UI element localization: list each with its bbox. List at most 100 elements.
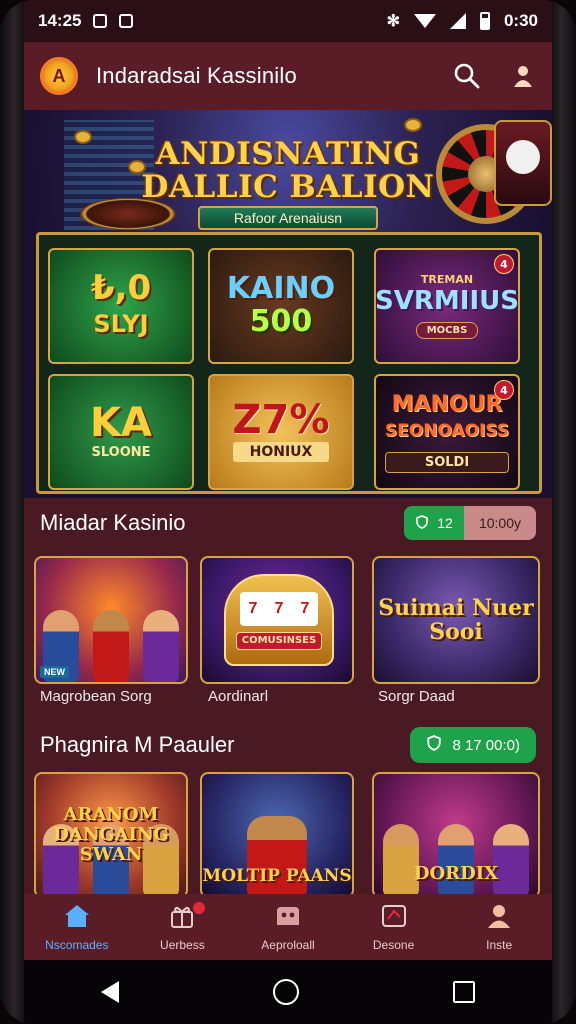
card-icon	[380, 903, 408, 932]
tile-title: KAINO	[226, 271, 336, 306]
tile-subtitle: 500	[249, 304, 313, 339]
character-figure	[93, 610, 129, 682]
status-battery-text: 0:30	[503, 11, 538, 30]
timer-pill[interactable]: 8 17 00:0)	[410, 727, 536, 763]
tile-title: ₺,0	[90, 268, 152, 308]
wifi-icon	[413, 14, 436, 28]
gift-icon	[169, 903, 195, 932]
tile-subtitle: SLYJ	[93, 310, 149, 338]
tile-title: MANOUR	[391, 391, 503, 417]
game-tile-slot[interactable]: ₺,0 SLYJ	[48, 248, 194, 364]
home-icon	[63, 903, 91, 932]
toggle-option-b[interactable]: 10:00y	[464, 506, 536, 540]
game-card[interactable]: ARANOM DANGAING SWAN	[34, 772, 188, 898]
card-art-text: DORDIX	[413, 863, 499, 884]
toggle-option-a-label: 12	[437, 515, 453, 531]
section-header-1: Miadar Kasinio 12 10:00y	[24, 498, 552, 548]
section-title: Phagnira M Paauler	[40, 732, 235, 757]
card-art-text-line3: SWAN	[79, 844, 143, 865]
tile-title: SVRMIIUS	[375, 286, 519, 316]
nav-label: Inste	[486, 937, 513, 952]
filter-toggle[interactable]: 12 10:00y	[404, 506, 536, 540]
game-tile-manour[interactable]: 4 MANOUR SEONOAOISS SOLDI	[374, 374, 520, 490]
game-card[interactable]: MOLTIP PAANS	[200, 772, 354, 898]
bluetooth-icon: ✻	[386, 13, 400, 30]
tile-badge: 4	[494, 254, 514, 274]
status-time: 14:25	[38, 11, 82, 30]
nav-item-cards[interactable]: Desone	[341, 894, 447, 960]
card-art-text: Suimai Nuer Sooi	[378, 596, 533, 644]
home-button-icon[interactable]	[273, 979, 299, 1005]
tile-badge: 4	[494, 380, 514, 400]
timer-pill-label: 8 17 00:0)	[452, 736, 520, 754]
bottom-navigation: Nscomades Uerbess Aeproloall Desone Inst…	[24, 894, 552, 960]
signal-icon	[449, 13, 466, 29]
screen: 14:25 ✻ 0:30 A Indaradsai Kassinilo ANDI…	[24, 0, 552, 1024]
wallet-icon	[274, 903, 302, 932]
nav-label: Nscomades	[45, 937, 109, 952]
promo-banner[interactable]: ANDISNATING DALLIC BALION Rafoor Arenaiu…	[24, 110, 552, 498]
tile-subtitle: SLOONE	[91, 444, 151, 460]
game-tile-svrmiius[interactable]: 4 TREMAN SVRMIIUS MOCBS	[374, 248, 520, 364]
nav-item-home[interactable]: Nscomades	[24, 894, 130, 960]
tile-tag: SOLDI	[384, 451, 510, 473]
logo-glyph: A	[52, 65, 66, 86]
card-art-text-line1: Suimai Nuer	[378, 595, 534, 621]
nav-label: Desone	[372, 937, 415, 952]
card-art-text-line2: DANGAING	[53, 824, 169, 845]
tile-subtitle: HONIUX	[232, 442, 330, 462]
section-title: Miadar Kasinio	[40, 510, 186, 535]
card-tag: NEW	[40, 666, 69, 678]
card-art-text: ARANOM DANGAING SWAN	[53, 805, 169, 865]
card-art-text: MOLTIP PAANS	[202, 866, 352, 886]
game-card[interactable]: 777 COMUSINSES	[200, 556, 354, 684]
notification-icon	[93, 14, 108, 28]
coin-icon	[404, 118, 422, 132]
nav-label: Aeproloall	[261, 937, 315, 952]
card-label[interactable]: Aordinarl	[208, 688, 268, 705]
user-icon[interactable]	[510, 63, 536, 89]
banner-title-line1: ANDISNATING	[155, 136, 421, 172]
app-notification-icon	[119, 14, 134, 28]
tile-tag: MOCBS	[415, 322, 479, 339]
tile-kicker: TREMAN	[420, 273, 474, 286]
search-icon[interactable]	[454, 63, 480, 89]
shield-icon	[415, 514, 429, 532]
tile-title: Z7%	[232, 397, 330, 443]
section-header-2: Phagnira M Paauler 8 17 00:0)	[24, 720, 552, 770]
nav-item-profile[interactable]: Inste	[446, 894, 552, 960]
system-navigation-bar	[24, 960, 552, 1024]
phone-bezel-left	[0, 0, 24, 1024]
back-icon[interactable]	[101, 981, 119, 1003]
banner-ribbon: Rafoor Arenaiusn	[198, 206, 378, 230]
app-title: Indaradsai Kassinilo	[96, 63, 297, 88]
character-figure	[143, 610, 179, 682]
banner-title: ANDISNATING DALLIC BALION	[24, 138, 552, 204]
card-art-text-line2: Sooi	[429, 619, 483, 645]
game-card[interactable]: NEW	[34, 556, 188, 684]
card-art-text-line1: ARANOM	[63, 804, 159, 825]
profile-icon	[486, 903, 512, 932]
game-tile-sloone[interactable]: KA SLOONE	[48, 374, 194, 490]
nav-item-wallet[interactable]: Aeproloall	[235, 894, 341, 960]
recents-icon[interactable]	[453, 981, 475, 1003]
game-card[interactable]: DORDIX	[372, 772, 540, 898]
game-tile-bonus[interactable]: Z7% HONIUX	[208, 374, 354, 490]
game-tile-kaino[interactable]: KAINO 500	[208, 248, 354, 364]
phone-frame: 14:25 ✻ 0:30 A Indaradsai Kassinilo ANDI…	[0, 0, 576, 1024]
game-card[interactable]: Suimai Nuer Sooi	[372, 556, 540, 684]
tile-subtitle: SEONOAOISS	[384, 420, 510, 441]
card-label[interactable]: Sorgr Daad	[378, 688, 455, 705]
status-bar: 14:25 ✻ 0:30	[24, 0, 552, 42]
nav-item-bonuses[interactable]: Uerbess	[130, 894, 236, 960]
toggle-option-a[interactable]: 12	[404, 506, 464, 540]
notification-badge	[192, 902, 205, 914]
card-plaque: COMUSINSES	[236, 632, 322, 650]
battery-icon	[479, 12, 490, 30]
phone-bezel-right	[552, 0, 576, 1024]
app-logo[interactable]: A	[40, 57, 78, 95]
slot-reels: 777	[240, 592, 318, 626]
banner-title-line2: DALLIC BALION	[141, 169, 435, 205]
card-label[interactable]: Magrobean Sorg	[40, 688, 152, 705]
shield-icon	[426, 735, 442, 755]
